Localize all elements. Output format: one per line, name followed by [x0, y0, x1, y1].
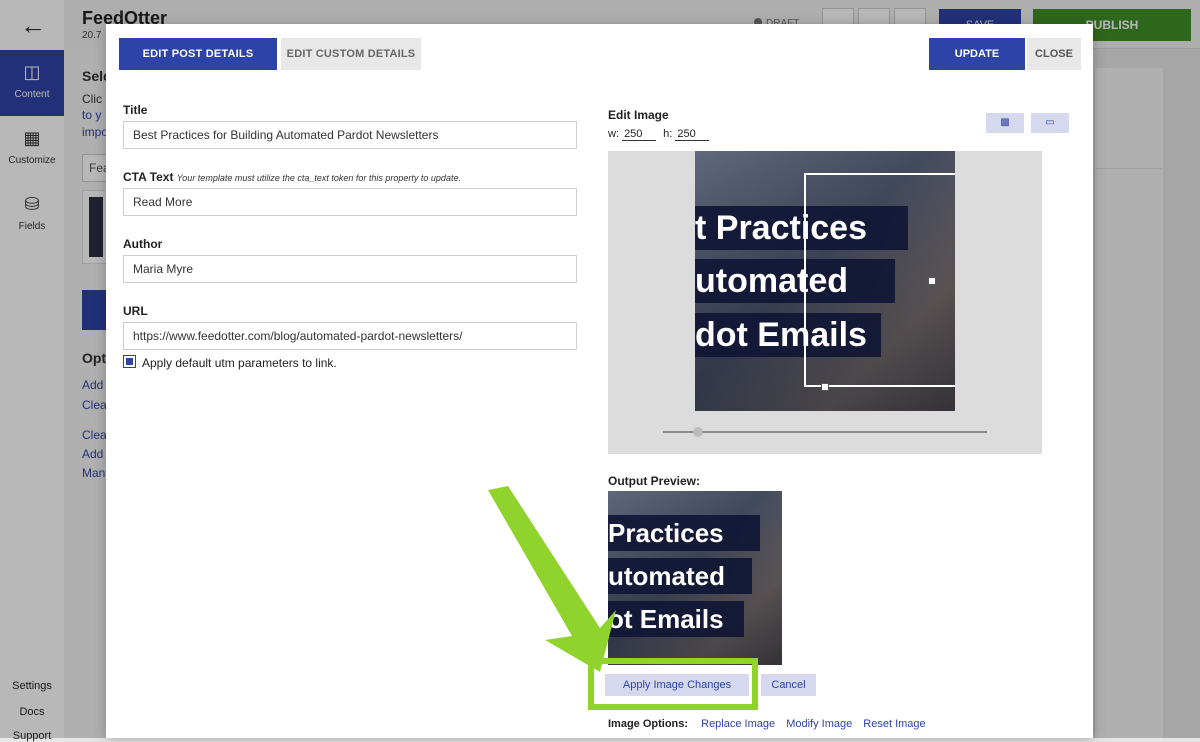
update-button[interactable]: UPDATE: [929, 38, 1025, 70]
output-preview-label: Output Preview:: [608, 474, 701, 488]
edit-post-modal: EDIT POST DETAILS EDIT CUSTOM DETAILS UP…: [106, 24, 1093, 738]
replace-image-link[interactable]: Replace Image: [701, 718, 775, 730]
image-options: Image Options: Replace Image Modify Imag…: [608, 718, 934, 730]
cta-label: CTA Text Your template must utilize the …: [123, 170, 461, 184]
edit-image-label: Edit Image: [608, 108, 669, 122]
cancel-button[interactable]: Cancel: [761, 674, 816, 696]
tab-edit-custom-details[interactable]: EDIT CUSTOM DETAILS: [281, 38, 421, 70]
highlight-box: [588, 658, 758, 710]
rotate-icon[interactable]: ▭: [1031, 113, 1069, 133]
height-label: h:: [663, 128, 673, 140]
width-label: w:: [608, 128, 619, 140]
cta-input[interactable]: [123, 188, 577, 216]
zoom-slider-knob[interactable]: [693, 427, 703, 437]
image-options-label: Image Options:: [608, 718, 689, 730]
modify-image-link[interactable]: Modify Image: [786, 718, 852, 730]
preview-image: Practices utomated ot Emails: [608, 491, 782, 665]
utm-checkbox[interactable]: [123, 355, 136, 368]
editor-image: t Practices utomated dot Emails: [695, 151, 955, 411]
reset-image-link[interactable]: Reset Image: [863, 718, 925, 730]
cta-label-text: CTA Text: [123, 170, 174, 184]
preview-text-line-1: Practices: [608, 515, 760, 551]
image-editor: t Practices utomated dot Emails: [608, 151, 1042, 454]
title-input[interactable]: [123, 121, 577, 149]
title-label: Title: [123, 103, 148, 117]
utm-checkbox-row[interactable]: Apply default utm parameters to link.: [123, 355, 337, 370]
zoom-slider[interactable]: [663, 427, 987, 437]
preview-text-line-3: ot Emails: [608, 601, 744, 637]
utm-label: Apply default utm parameters to link.: [142, 356, 337, 370]
image-dimensions: w: 250 h: 250: [608, 128, 713, 141]
preview-text-line-2: utomated: [608, 558, 752, 594]
save-crop-icon[interactable]: ▩: [986, 113, 1024, 133]
url-label: URL: [123, 304, 148, 318]
crop-handle-bottom[interactable]: [821, 383, 829, 391]
tab-edit-post-details[interactable]: EDIT POST DETAILS: [119, 38, 277, 70]
height-input[interactable]: 250: [675, 128, 710, 141]
url-input[interactable]: [123, 322, 577, 350]
output-preview: Practices utomated ot Emails: [608, 491, 782, 665]
author-input[interactable]: [123, 255, 577, 283]
cta-note: Your template must utilize the cta_text …: [176, 173, 461, 183]
width-input[interactable]: 250: [622, 128, 657, 141]
crop-handle-right[interactable]: [928, 277, 936, 285]
close-button[interactable]: CLOSE: [1027, 38, 1081, 70]
author-label: Author: [123, 237, 163, 251]
